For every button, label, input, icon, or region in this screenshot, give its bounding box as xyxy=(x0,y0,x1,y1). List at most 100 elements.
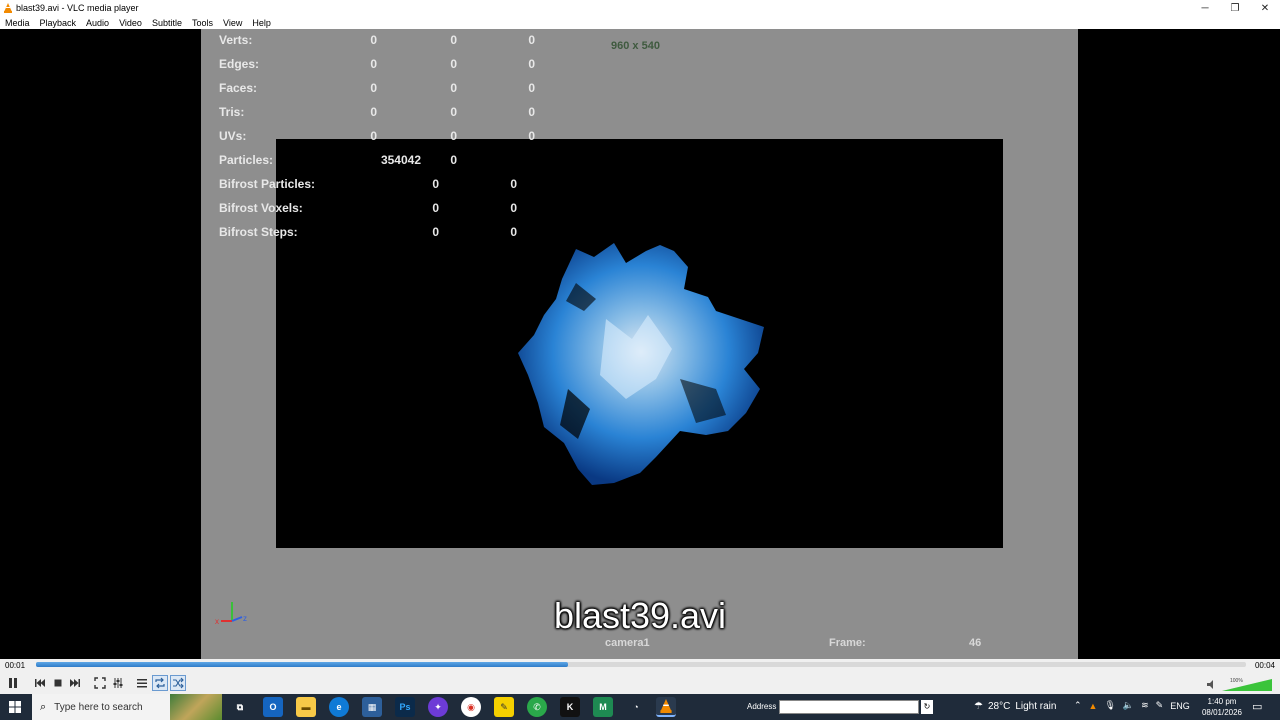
taskbar-clock[interactable]: 1:40 pm 08/01/2026 xyxy=(1199,696,1245,718)
playlist-icon xyxy=(137,679,147,688)
fullscreen-button[interactable] xyxy=(92,675,108,691)
hud-value: 0 xyxy=(432,225,439,239)
volume-slider[interactable]: 100% xyxy=(1204,676,1274,692)
hud-value: 354042 xyxy=(380,153,421,167)
extended-settings-button[interactable] xyxy=(110,675,126,691)
playlist-button[interactable] xyxy=(134,675,150,691)
menu-subtitle[interactable]: Subtitle xyxy=(147,18,187,28)
windows-taskbar: ⌕ Type here to search ⧉ O ▬ e ▦ Ps ✦ ◉ ✎… xyxy=(0,694,1280,720)
menu-media[interactable]: Media xyxy=(0,18,35,28)
hud-label: UVs: xyxy=(219,129,247,143)
speaker-icon[interactable]: 🔈 xyxy=(1123,700,1134,711)
hud-value: 0 xyxy=(370,129,377,143)
hud-label: Edges: xyxy=(219,57,260,71)
stop-icon xyxy=(54,679,62,687)
window-title: blast39.avi - VLC media player xyxy=(16,3,139,13)
elapsed-time[interactable]: 00:01 xyxy=(5,661,25,670)
file-explorer-icon[interactable]: ▬ xyxy=(296,697,316,717)
hud-value: 0 xyxy=(528,105,535,119)
hud-value: 0 xyxy=(528,81,535,95)
equalizer-icon xyxy=(113,678,123,688)
menu-bar: Media Playback Audio Video Subtitle Tool… xyxy=(0,16,1280,29)
vlc-cone-icon xyxy=(660,699,672,713)
hud-value: 0 xyxy=(432,201,439,215)
seek-progress-fill xyxy=(36,662,569,667)
windows-logo-icon xyxy=(9,701,21,713)
vlc-tray-icon[interactable]: ▲ xyxy=(1089,701,1098,711)
outlook-icon[interactable]: O xyxy=(263,697,283,717)
system-tray: ⌃ ▲ 🎙 🔈 ≋ ✎ ENG xyxy=(1074,700,1190,711)
hud-value: 0 xyxy=(528,57,535,71)
hud-value: 0 xyxy=(510,201,517,215)
hud-value: 0 xyxy=(450,105,457,119)
next-button[interactable] xyxy=(67,675,83,691)
hud-value: 0 xyxy=(370,81,377,95)
clock-app-icon[interactable]: ◔ xyxy=(626,697,646,717)
video-area[interactable]: Verts: 0 0 0 Edges: 0 0 0 Faces: 0 0 0 T… xyxy=(0,29,1280,659)
hud-label: Bifrost Particles: xyxy=(219,177,316,191)
minimize-button[interactable]: ─ xyxy=(1190,0,1220,16)
title-bar: blast39.avi - VLC media player ─ ❐ ✕ xyxy=(0,0,1280,16)
hud-value: 0 xyxy=(510,225,517,239)
hud-value: 0 xyxy=(450,57,457,71)
search-placeholder: Type here to search xyxy=(54,701,143,713)
hud-value: 0 xyxy=(450,33,457,47)
vlc-taskbar-icon[interactable] xyxy=(656,697,676,717)
next-icon xyxy=(70,679,80,687)
weather-temp: 28°C xyxy=(987,701,1011,712)
hud-label: Verts: xyxy=(219,33,253,47)
hud-value: 0 xyxy=(528,33,535,47)
loop-button[interactable] xyxy=(152,675,168,691)
k-app-icon[interactable]: K xyxy=(560,697,580,717)
language-indicator[interactable]: ENG xyxy=(1170,701,1190,711)
weather-widget[interactable]: ☂ 28°C Light rain xyxy=(974,701,1056,712)
loop-icon xyxy=(155,677,165,689)
hud-value: 0 xyxy=(370,105,377,119)
speaker-icon xyxy=(1207,680,1213,689)
pause-button[interactable] xyxy=(3,674,23,692)
video-frame: Verts: 0 0 0 Edges: 0 0 0 Faces: 0 0 0 T… xyxy=(201,29,1078,659)
menu-audio[interactable]: Audio xyxy=(81,18,114,28)
maya-icon[interactable]: M xyxy=(593,697,613,717)
restore-button[interactable]: ❐ xyxy=(1220,0,1250,16)
close-button[interactable]: ✕ xyxy=(1250,0,1280,16)
clock-time: 1:40 pm xyxy=(1207,697,1237,706)
task-view-icon[interactable]: ⧉ xyxy=(230,697,250,717)
total-time[interactable]: 00:04 xyxy=(1255,661,1275,670)
chrome-icon[interactable]: ◉ xyxy=(461,697,481,717)
photoshop-icon[interactable]: Ps xyxy=(395,697,415,717)
wifi-icon[interactable]: ≋ xyxy=(1141,700,1149,711)
hud-label: Tris: xyxy=(219,105,245,119)
pen-icon[interactable]: ✎ xyxy=(1156,700,1164,711)
copilot-icon[interactable]: ✦ xyxy=(428,697,448,717)
seek-slider[interactable] xyxy=(36,662,1246,667)
stop-button[interactable] xyxy=(50,675,66,691)
hud-value: 0 xyxy=(450,81,457,95)
whatsapp-icon[interactable]: ✆ xyxy=(527,697,547,717)
previous-button[interactable] xyxy=(32,675,48,691)
hud-label: Bifrost Steps: xyxy=(219,225,298,239)
store-icon[interactable]: ▦ xyxy=(362,697,382,717)
edge-icon[interactable]: e xyxy=(329,697,349,717)
menu-playback[interactable]: Playback xyxy=(35,18,82,28)
taskbar-search-box[interactable]: ⌕ Type here to search xyxy=(32,694,222,720)
fullscreen-icon xyxy=(94,677,106,689)
frame-label: Frame: xyxy=(829,637,866,649)
shuffle-icon xyxy=(173,677,184,689)
start-button[interactable] xyxy=(0,694,30,720)
pause-icon xyxy=(9,678,17,688)
sticky-notes-icon[interactable]: ✎ xyxy=(494,697,514,717)
menu-tools[interactable]: Tools xyxy=(187,18,218,28)
microphone-icon[interactable]: 🎙 xyxy=(1104,700,1115,711)
weather-desc: Light rain xyxy=(1015,701,1057,712)
shuffle-button[interactable] xyxy=(170,675,186,691)
chevron-up-icon[interactable]: ⌃ xyxy=(1074,700,1082,711)
notification-icon[interactable]: ▭ xyxy=(1252,700,1262,713)
menu-view[interactable]: View xyxy=(218,18,247,28)
address-input[interactable] xyxy=(779,700,919,714)
address-go-icon[interactable]: ↻ xyxy=(921,700,933,714)
menu-help[interactable]: Help xyxy=(247,18,276,28)
osd-filename: blast39.avi xyxy=(553,595,727,636)
menu-video[interactable]: Video xyxy=(114,18,147,28)
hud-value: 0 xyxy=(450,153,457,167)
